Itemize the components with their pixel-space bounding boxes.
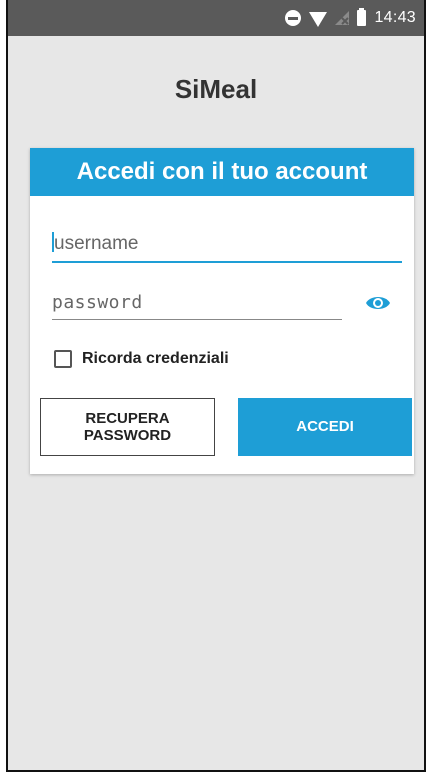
eye-icon[interactable]: [365, 290, 391, 316]
wifi-icon: [309, 11, 328, 27]
remember-credentials-label: Ricorda credenziali: [82, 350, 229, 367]
recover-password-button[interactable]: RECUPERA PASSWORD: [40, 398, 215, 456]
login-card-header: Accedi con il tuo account: [30, 148, 414, 196]
remember-credentials-row[interactable]: Ricorda credenziali: [54, 350, 229, 368]
remember-credentials-checkbox[interactable]: [54, 350, 72, 368]
login-button[interactable]: ACCEDI: [238, 398, 412, 456]
status-bar: 14:43: [8, 0, 424, 36]
do-not-disturb-icon: [285, 10, 302, 26]
phone-screen: 14:43 SiMeal Accedi con il tuo account u…: [6, 0, 426, 772]
battery-icon: [357, 8, 367, 26]
app-title: SiMeal: [174, 74, 258, 104]
username-input[interactable]: username: [52, 232, 402, 263]
password-input[interactable]: password: [52, 292, 342, 320]
username-placeholder: username: [54, 233, 139, 254]
no-signal-icon: [335, 11, 350, 25]
password-placeholder: password: [52, 292, 143, 313]
login-card: Accedi con il tuo account username passw…: [30, 148, 414, 474]
status-time: 14:43: [374, 9, 416, 26]
